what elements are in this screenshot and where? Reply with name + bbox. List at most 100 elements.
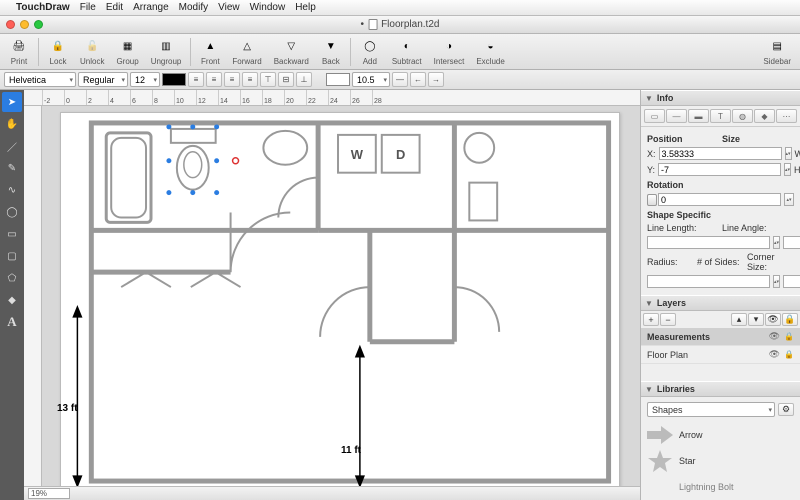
stroke-width-select[interactable]: 10.5 bbox=[352, 72, 390, 87]
libraries-panel-header[interactable]: ▼Libraries bbox=[641, 381, 800, 397]
text-tab[interactable]: T bbox=[710, 109, 731, 123]
arrow-start-button[interactable]: ← bbox=[410, 72, 426, 87]
stroke-color-swatch[interactable] bbox=[326, 73, 350, 86]
line-angle-input[interactable] bbox=[783, 236, 800, 249]
stroke-tab[interactable]: — bbox=[666, 109, 687, 123]
pen-tool[interactable]: ✎ bbox=[2, 158, 22, 178]
more-tab[interactable]: ⋯ bbox=[776, 109, 797, 123]
back-button[interactable]: ▼Back bbox=[316, 35, 346, 69]
align-left-button[interactable]: ≡ bbox=[188, 72, 204, 87]
y-input[interactable] bbox=[658, 163, 781, 176]
group-button[interactable]: ▦Group bbox=[111, 35, 143, 69]
boolean-intersect-button[interactable]: ◑Intersect bbox=[429, 35, 470, 69]
eye-icon[interactable]: 👁 bbox=[769, 349, 780, 360]
fill-color-swatch[interactable] bbox=[162, 73, 186, 86]
add-layer-button[interactable]: + bbox=[643, 313, 659, 326]
library-select[interactable]: Shapes bbox=[647, 402, 775, 417]
valign-top-button[interactable]: ⊤ bbox=[260, 72, 276, 87]
menu-edit[interactable]: Edit bbox=[106, 2, 123, 13]
menu-window[interactable]: Window bbox=[250, 2, 286, 13]
x-input[interactable] bbox=[659, 147, 782, 160]
mac-menubar: TouchDraw File Edit Arrange Modify View … bbox=[0, 0, 800, 16]
y-stepper[interactable]: ▴▾ bbox=[784, 163, 791, 176]
layer-lock-button[interactable]: 🔒 bbox=[782, 313, 798, 326]
menu-view[interactable]: View bbox=[218, 2, 240, 13]
menu-modify[interactable]: Modify bbox=[179, 2, 208, 13]
sidebar-toggle-button[interactable]: ▤Sidebar bbox=[758, 35, 796, 69]
arrow-icon bbox=[647, 424, 673, 446]
geometry-tab[interactable]: ▭ bbox=[644, 109, 665, 123]
layer-down-button[interactable]: ▾ bbox=[748, 313, 764, 326]
align-right-button[interactable]: ≡ bbox=[224, 72, 240, 87]
line-length-input[interactable] bbox=[647, 236, 770, 249]
library-item-star[interactable]: Star bbox=[641, 448, 800, 474]
library-item-lightning[interactable]: Lightning Bolt bbox=[641, 474, 800, 500]
ungroup-button[interactable]: ▥Ungroup bbox=[146, 35, 187, 69]
layers-panel-header[interactable]: ▼Layers bbox=[641, 295, 800, 311]
forward-button[interactable]: △Forward bbox=[227, 35, 266, 69]
align-center-button[interactable]: ≡ bbox=[206, 72, 222, 87]
menu-help[interactable]: Help bbox=[295, 2, 316, 13]
dimension-left: 13 ft bbox=[57, 403, 78, 414]
size-label: Size bbox=[722, 134, 794, 144]
library-item-arrow[interactable]: Arrow bbox=[641, 422, 800, 448]
app-name[interactable]: TouchDraw bbox=[16, 2, 70, 13]
canvas[interactable]: W D 13 ft 11 ft bbox=[42, 106, 640, 486]
info-panel-header[interactable]: ▼Info bbox=[641, 90, 800, 106]
layer-up-button[interactable]: ▴ bbox=[731, 313, 747, 326]
text-tool[interactable]: A bbox=[2, 312, 22, 332]
window-titlebar: • Floorplan.t2d bbox=[0, 16, 800, 34]
layer-row-measurements[interactable]: Measurements👁🔒 bbox=[641, 328, 800, 346]
radius-input[interactable] bbox=[647, 275, 770, 288]
sides-input[interactable] bbox=[783, 275, 800, 288]
boolean-exclude-button[interactable]: ◒Exclude bbox=[471, 35, 509, 69]
boolean-subtract-button[interactable]: ◐Subtract bbox=[387, 35, 427, 69]
lock-icon[interactable]: 🔒 bbox=[784, 332, 794, 341]
roundrect-tool[interactable]: ▢ bbox=[2, 246, 22, 266]
backward-button[interactable]: ▽Backward bbox=[269, 35, 314, 69]
shadow-tab[interactable]: ◍ bbox=[732, 109, 753, 123]
pan-tool[interactable]: ✋ bbox=[2, 114, 22, 134]
valign-bottom-button[interactable]: ⊥ bbox=[296, 72, 312, 87]
fill-tab[interactable]: ▬ bbox=[688, 109, 709, 123]
menu-arrange[interactable]: Arrange bbox=[133, 2, 169, 13]
traffic-lights bbox=[6, 20, 43, 29]
zoom-button[interactable] bbox=[34, 20, 43, 29]
remove-layer-button[interactable]: − bbox=[660, 313, 676, 326]
eye-icon[interactable]: 👁 bbox=[769, 331, 780, 342]
select-tool[interactable]: ➤ bbox=[2, 92, 22, 112]
front-button[interactable]: ▲Front bbox=[195, 35, 225, 69]
boolean-add-button[interactable]: ◯Add bbox=[355, 35, 385, 69]
font-weight-select[interactable]: Regular bbox=[78, 72, 128, 87]
path-tool[interactable]: ∿ bbox=[2, 180, 22, 200]
font-size-select[interactable]: 12 bbox=[130, 72, 160, 87]
lock-icon[interactable]: 🔒 bbox=[784, 350, 794, 359]
misc-tab[interactable]: ◆ bbox=[754, 109, 775, 123]
lock-button[interactable]: 🔒Lock bbox=[43, 35, 73, 69]
polygon-tool[interactable]: ⬠ bbox=[2, 268, 22, 288]
rotation-input[interactable] bbox=[658, 193, 781, 206]
ellipse-tool[interactable]: ◯ bbox=[2, 202, 22, 222]
unlock-button[interactable]: 🔓Unlock bbox=[75, 35, 109, 69]
layer-eye-button[interactable]: 👁 bbox=[765, 313, 781, 326]
x-stepper[interactable]: ▴▾ bbox=[785, 147, 792, 160]
menu-file[interactable]: File bbox=[80, 2, 96, 13]
zoom-select[interactable]: 19% bbox=[28, 488, 70, 499]
close-button[interactable] bbox=[6, 20, 15, 29]
rect-tool[interactable]: ▭ bbox=[2, 224, 22, 244]
valign-middle-button[interactable]: ⊟ bbox=[278, 72, 294, 87]
rotation-stepper[interactable]: ▴▾ bbox=[784, 193, 794, 206]
line-tool[interactable]: ／ bbox=[2, 136, 22, 156]
drawing-sheet[interactable]: W D 13 ft 11 ft bbox=[60, 112, 620, 486]
washer-label: W bbox=[351, 147, 364, 162]
fill-tool[interactable]: ◆ bbox=[2, 290, 22, 310]
library-settings-button[interactable]: ⚙ bbox=[778, 403, 794, 416]
rotation-slider[interactable] bbox=[647, 198, 655, 202]
layer-row-floorplan[interactable]: Floor Plan👁🔒 bbox=[641, 346, 800, 364]
align-justify-button[interactable]: ≡ bbox=[242, 72, 258, 87]
minimize-button[interactable] bbox=[20, 20, 29, 29]
print-button[interactable]: 🖨Print bbox=[4, 35, 34, 69]
arrow-end-button[interactable]: → bbox=[428, 72, 444, 87]
line-style-button[interactable]: — bbox=[392, 72, 408, 87]
font-family-select[interactable]: Helvetica bbox=[4, 72, 76, 87]
